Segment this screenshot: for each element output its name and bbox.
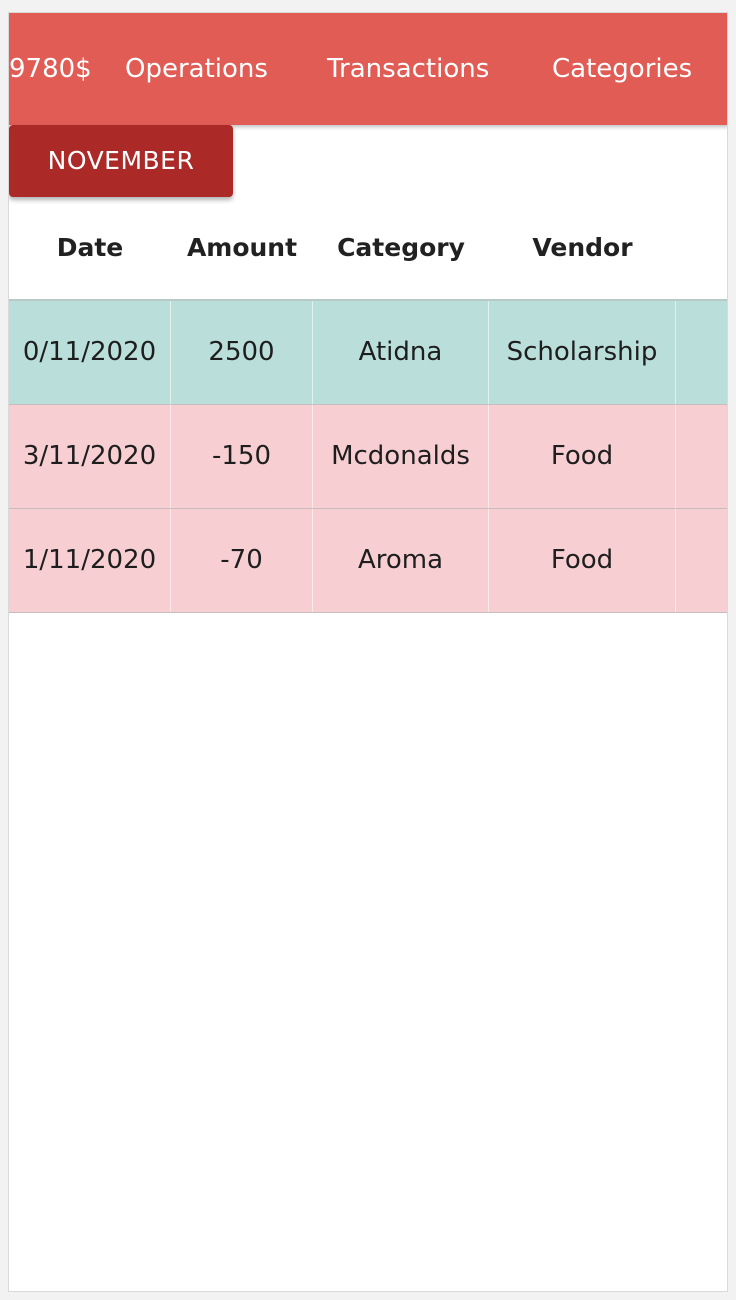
- table-header-row: Date Amount Category Vendor: [9, 197, 727, 301]
- header-category: Category: [337, 233, 465, 262]
- cell-actions: [676, 301, 727, 404]
- nav-link-transactions[interactable]: Transactions: [327, 13, 489, 125]
- cell-vendor: Scholarship: [489, 301, 676, 404]
- cell-date: 1/11/2020: [9, 509, 171, 612]
- header-vendor: Vendor: [532, 233, 633, 262]
- cell-category: Mcdonalds: [313, 405, 489, 508]
- transactions-table: Date Amount Category Vendor 0/11/2020 25…: [9, 197, 727, 613]
- cell-date: 0/11/2020: [9, 301, 171, 404]
- cell-category: Aroma: [313, 509, 489, 612]
- balance-display: 9780$: [9, 54, 92, 84]
- nav-link-categories[interactable]: Categories: [552, 13, 692, 125]
- month-select-button[interactable]: NOVEMBER: [9, 125, 233, 197]
- cell-actions: [676, 509, 727, 612]
- header-date: Date: [56, 233, 124, 262]
- app-frame: 9780$ Operations Transactions Categories…: [8, 12, 728, 1292]
- cell-actions: [676, 405, 727, 508]
- table-row: 1/11/2020 -70 Aroma Food: [9, 509, 727, 613]
- cell-category: Atidna: [313, 301, 489, 404]
- cell-vendor: Food: [489, 509, 676, 612]
- top-navbar: 9780$ Operations Transactions Categories: [9, 13, 727, 125]
- table-row: 0/11/2020 2500 Atidna Scholarship: [9, 301, 727, 405]
- cell-vendor: Food: [489, 405, 676, 508]
- table-row: 3/11/2020 -150 Mcdonalds Food: [9, 405, 727, 509]
- header-amount: Amount: [186, 233, 298, 262]
- cell-date: 3/11/2020: [9, 405, 171, 508]
- cell-amount: -70: [171, 509, 313, 612]
- cell-amount: 2500: [171, 301, 313, 404]
- nav-link-operations[interactable]: Operations: [125, 13, 268, 125]
- cell-amount: -150: [171, 405, 313, 508]
